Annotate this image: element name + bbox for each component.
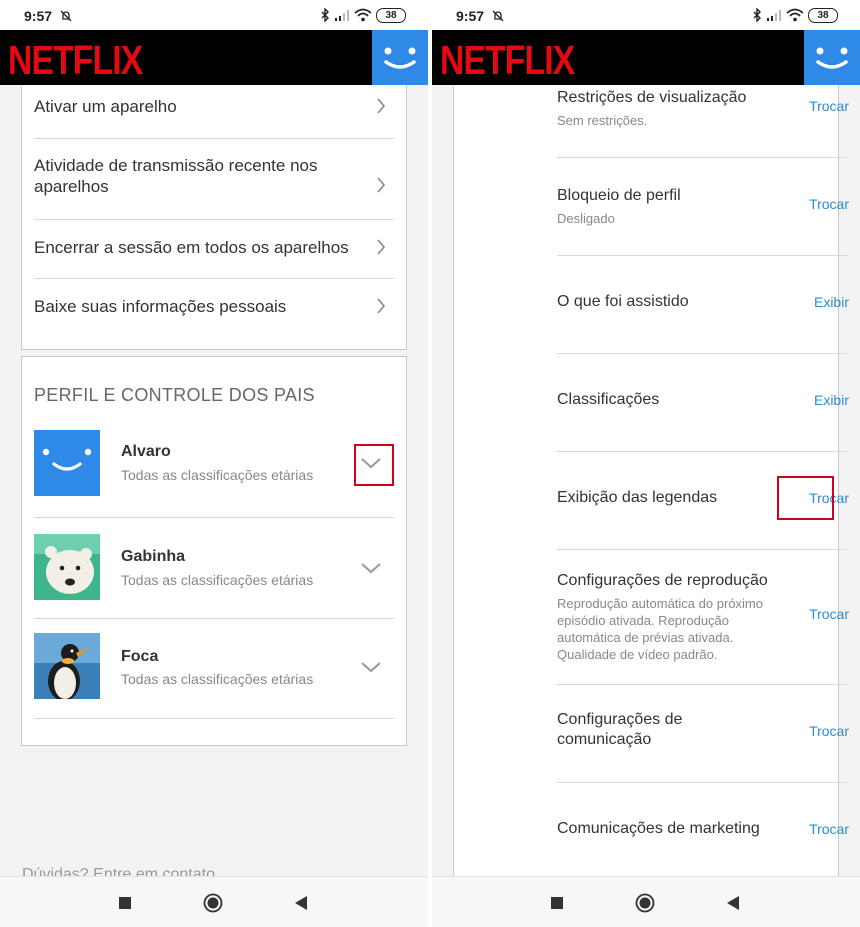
chevron-down-icon[interactable] — [360, 562, 382, 574]
status-bar: 9:57 38 — [0, 0, 428, 30]
highlight-box — [777, 476, 834, 520]
netflix-logo[interactable]: NETFLIX — [8, 38, 143, 82]
back-icon[interactable] — [726, 895, 740, 911]
mute-icon — [60, 10, 72, 22]
chevron-right-icon — [377, 177, 386, 193]
android-nav-bar — [432, 876, 860, 927]
view-link[interactable]: Exibir — [814, 294, 849, 310]
bluetooth-icon — [753, 8, 761, 22]
chevron-right-icon — [377, 239, 386, 255]
mute-icon — [492, 10, 504, 22]
smiley-avatar-icon — [384, 47, 416, 69]
status-icons: 38 — [753, 7, 838, 23]
profile-avatar-button[interactable] — [372, 30, 428, 85]
profile-rating: Todas as classificações etárias — [121, 467, 314, 483]
profile-name: Foca — [121, 648, 159, 665]
menu-item-download-info[interactable]: Baixe suas informações pessoais — [34, 279, 394, 339]
signal-icon — [335, 9, 349, 21]
smiley-avatar-icon — [816, 47, 848, 69]
app-header: NETFLIX — [432, 30, 860, 85]
profile-rating: Todas as classificações etárias — [121, 572, 314, 588]
status-time: 9:57 — [24, 8, 53, 24]
setting-marketing[interactable]: Comunicações de marketing Trocar — [557, 783, 849, 880]
change-link[interactable]: Trocar — [809, 723, 849, 739]
status-bar: 9:57 38 — [432, 0, 860, 30]
avatar-polar-bear — [34, 534, 100, 600]
setting-profile-lock[interactable]: Bloqueio de perfil Desligado Trocar — [557, 158, 849, 256]
chevron-right-icon — [377, 298, 386, 314]
status-icons: 38 — [321, 7, 406, 23]
setting-viewing-activity[interactable]: O que foi assistido Exibir — [557, 256, 849, 354]
battery-icon: 38 — [808, 7, 838, 23]
highlight-box — [354, 444, 394, 486]
section-title-profiles: PERFIL E CONTROLE DOS PAIS — [34, 385, 315, 405]
status-time: 9:57 — [456, 8, 485, 24]
profile-name: Alvaro — [121, 443, 171, 460]
menu-item-activate-device[interactable]: Ativar um aparelho — [34, 85, 394, 139]
change-link[interactable]: Trocar — [809, 821, 849, 837]
avatar-smiley — [34, 430, 100, 496]
setting-viewing-restrictions[interactable]: Restrições de visualização Sem restriçõe… — [557, 85, 849, 158]
profile-name: Gabinha — [121, 548, 186, 565]
left-screen: 9:57 38 NETFLIX Ativar um aparelho Ativi… — [0, 0, 428, 927]
stop-icon[interactable] — [550, 896, 564, 910]
profile-rating: Todas as classificações etárias — [121, 671, 314, 687]
home-icon[interactable] — [635, 893, 655, 913]
netflix-logo[interactable]: NETFLIX — [440, 38, 575, 82]
stop-icon[interactable] — [118, 896, 132, 910]
profile-row-foca[interactable]: Foca Todas as classificações etárias — [34, 618, 394, 719]
battery-icon: 38 — [376, 7, 406, 23]
right-screen: 9:57 38 NETFLIX Restrições de visualizaç… — [432, 0, 860, 927]
back-icon[interactable] — [294, 895, 308, 911]
chevron-down-icon[interactable] — [360, 661, 382, 673]
android-nav-bar — [0, 876, 428, 927]
home-icon[interactable] — [203, 893, 223, 913]
bluetooth-icon — [321, 8, 329, 22]
setting-playback[interactable]: Configurações de reprodução Reprodução a… — [557, 550, 849, 685]
account-devices-card: Ativar um aparelho Atividade de transmis… — [21, 85, 407, 350]
change-link[interactable]: Trocar — [809, 196, 849, 212]
wifi-icon — [786, 8, 804, 22]
profile-row-gabinha[interactable]: Gabinha Todas as classificações etárias — [34, 518, 394, 619]
setting-communication[interactable]: Configurações de comunicação Trocar — [557, 685, 849, 783]
change-link[interactable]: Trocar — [809, 98, 849, 114]
setting-ratings[interactable]: Classificações Exibir — [557, 354, 849, 452]
menu-item-sign-out-all[interactable]: Encerrar a sessão em todos os aparelhos — [34, 220, 394, 279]
app-header: NETFLIX — [0, 30, 428, 85]
chevron-right-icon — [377, 98, 386, 114]
avatar-penguin — [34, 633, 100, 701]
profile-avatar-button[interactable] — [804, 30, 860, 85]
wifi-icon — [354, 8, 372, 22]
signal-icon — [767, 9, 781, 21]
menu-item-recent-streaming[interactable]: Atividade de transmissão recente nos apa… — [34, 139, 394, 220]
profiles-card: PERFIL E CONTROLE DOS PAIS Alvaro Todas … — [21, 356, 407, 746]
view-link[interactable]: Exibir — [814, 392, 849, 408]
profile-row-alvaro[interactable]: Alvaro Todas as classificações etárias — [34, 417, 394, 518]
change-link[interactable]: Trocar — [809, 606, 849, 622]
